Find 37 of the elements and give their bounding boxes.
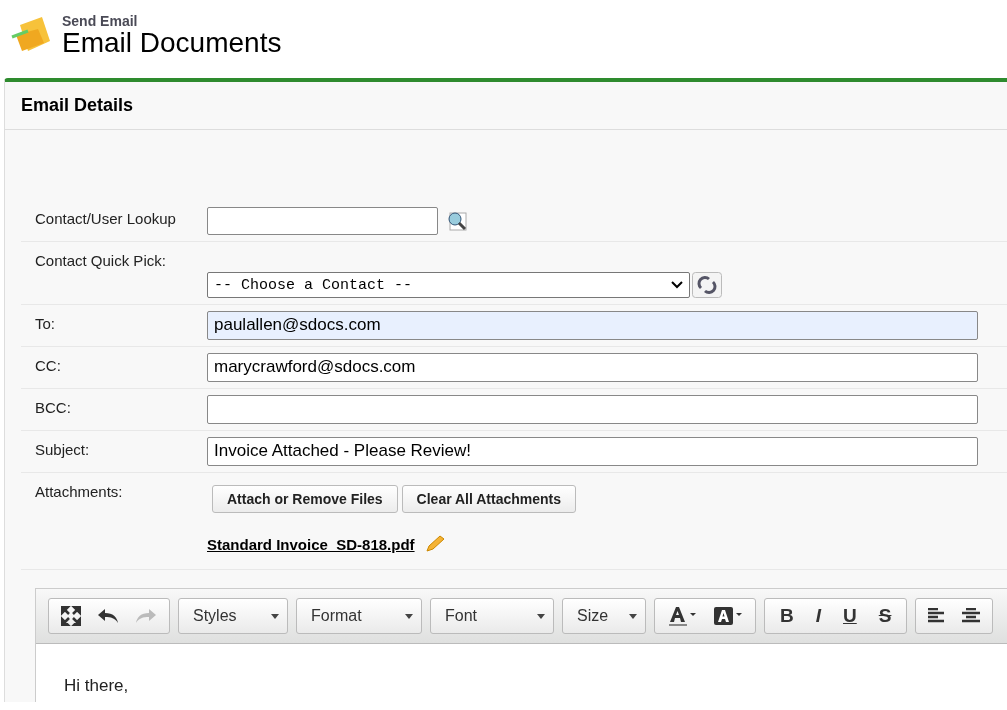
- field-label: CC:: [34, 356, 62, 376]
- field-label: Attachments:: [34, 482, 124, 502]
- caret-icon: [537, 613, 545, 619]
- toolbar-dropdown[interactable]: Size: [562, 598, 646, 634]
- toolbar-dropdown[interactable]: Format: [296, 598, 422, 634]
- lookup-input[interactable]: [207, 206, 438, 235]
- chevron-down-icon[interactable]: [671, 281, 683, 289]
- field-label: BCC:: [34, 398, 72, 418]
- toolbar-dropdown[interactable]: Styles: [178, 598, 288, 634]
- field-label: To:: [34, 314, 56, 334]
- caret-icon: [405, 613, 413, 619]
- text-input[interactable]: Invoice Attached - Please Review!: [207, 437, 978, 466]
- contact-select[interactable]: -- Choose a Contact --: [207, 272, 690, 298]
- text-input[interactable]: paulallen@sdocs.com: [207, 311, 978, 340]
- refresh-icon[interactable]: [692, 272, 722, 298]
- pencil-icon[interactable]: [424, 535, 445, 553]
- attachment-button[interactable]: Clear All Attachments: [401, 485, 577, 513]
- text-input[interactable]: [207, 395, 978, 424]
- text-input[interactable]: marycrawford@sdocs.com: [207, 353, 978, 382]
- panel-title: Email Details: [5, 82, 1007, 130]
- field-label: Subject:: [34, 440, 91, 460]
- caret-icon: [271, 613, 279, 619]
- attachment-button[interactable]: Attach or Remove Files: [212, 485, 398, 513]
- page-subtitle: Send Email: [62, 13, 139, 29]
- format-button[interactable]: U: [834, 605, 866, 627]
- field-label: Contact/User Lookup: [34, 209, 177, 229]
- format-button[interactable]: I: [806, 605, 830, 627]
- field-label: Contact Quick Pick:: [34, 251, 167, 271]
- search-icon[interactable]: [446, 209, 468, 232]
- format-button[interactable]: B: [771, 605, 803, 627]
- toolbar-dropdown[interactable]: Font: [430, 598, 554, 634]
- email-body-text: Hi there,: [63, 675, 130, 697]
- format-button[interactable]: S: [869, 605, 901, 627]
- page-title: Email Documents: [62, 29, 282, 57]
- caret-icon: [629, 613, 637, 619]
- rich-text-editor[interactable]: Styles Format Font Size B I U S Hi there,: [35, 588, 1007, 702]
- attachment-link[interactable]: Standard Invoice_SD-818.pdf: [207, 535, 415, 553]
